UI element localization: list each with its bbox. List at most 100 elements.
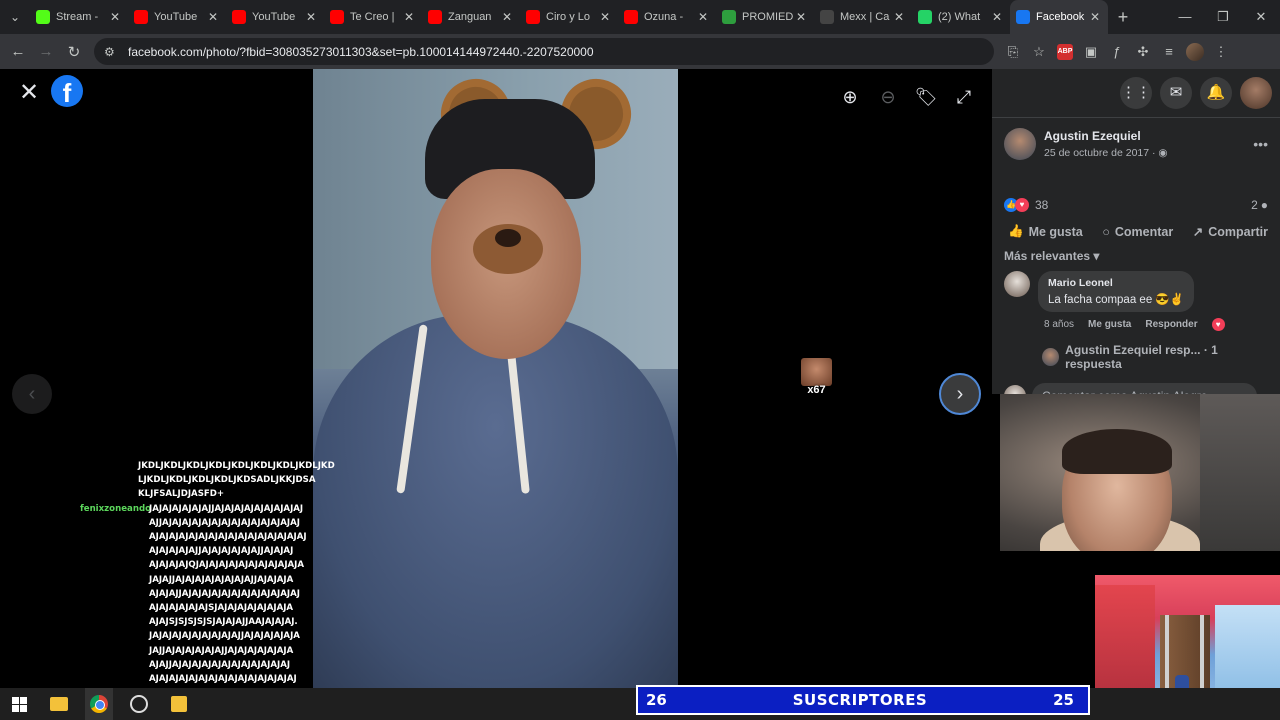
- chat-line: JAJAJJAJAJAJAJAJAJAJAJJAJAJAJA: [149, 574, 294, 585]
- media-control-icon[interactable]: ≡: [1156, 44, 1182, 59]
- commenter-name[interactable]: Mario Leonel: [1048, 277, 1184, 289]
- adblock-icon[interactable]: ABP: [1057, 43, 1073, 60]
- promiedos-icon: [722, 10, 736, 24]
- close-tab-icon[interactable]: ✕: [402, 10, 416, 24]
- browser-tab[interactable]: PROMIED ✕: [716, 0, 814, 34]
- browser-tab[interactable]: YouTube ✕: [226, 0, 324, 34]
- comment-reply-button[interactable]: Responder: [1145, 319, 1197, 330]
- author-name[interactable]: Agustin Ezequiel: [1044, 129, 1168, 143]
- previous-photo-button[interactable]: ‹: [12, 374, 52, 414]
- sort-dropdown[interactable]: Más relevantes ▾: [992, 239, 1280, 263]
- author-avatar[interactable]: [1004, 128, 1036, 160]
- close-icon[interactable]: ✕: [18, 81, 40, 105]
- reload-icon[interactable]: ↻: [60, 43, 88, 61]
- kick-icon: [36, 10, 50, 24]
- chrome-icon[interactable]: [87, 692, 111, 716]
- next-photo-button[interactable]: ›: [939, 373, 981, 415]
- post-date[interactable]: 25 de octubre de 2017 · ◉: [1044, 147, 1168, 159]
- facebook-logo-icon[interactable]: f: [51, 75, 83, 108]
- browser-tab[interactable]: Zanguan ✕: [422, 0, 520, 34]
- youtube-icon: [624, 10, 638, 24]
- browser-tab[interactable]: (2) What ✕: [912, 0, 1010, 34]
- youtube-icon: [134, 10, 148, 24]
- emote-image: [801, 358, 832, 386]
- close-tab-icon[interactable]: ✕: [892, 10, 906, 24]
- chrome-menu-icon[interactable]: ⋮: [1208, 44, 1234, 60]
- back-icon[interactable]: ←: [4, 43, 32, 60]
- restore-icon[interactable]: ❐: [1204, 9, 1242, 25]
- header-actions: ⋮⋮ ✉ 🔔: [992, 69, 1280, 117]
- window-controls: — ❐ ✕: [1166, 9, 1280, 25]
- browser-tab[interactable]: Stream - ✕: [30, 0, 128, 34]
- fullscreen-icon[interactable]: ⤢: [952, 85, 976, 109]
- bookmark-star-icon[interactable]: ☆: [1026, 44, 1052, 60]
- minimize-icon[interactable]: —: [1166, 9, 1204, 25]
- view-replies-link[interactable]: Agustin Ezequiel resp... · 1 respuesta: [992, 331, 1280, 371]
- comment-label: Comentar: [1114, 224, 1174, 239]
- comments-count[interactable]: 2 ●: [1251, 198, 1268, 212]
- comment-button[interactable]: ○ Comentar: [1102, 224, 1173, 239]
- account-avatar[interactable]: [1240, 77, 1272, 109]
- chat-line: LJKDLJKDLJKDLJKDLJKDSADLJKKJDSA: [138, 475, 316, 486]
- chat-line: AJAJAJAJAJAJAJAJAJAJAJAJAJAJAJ: [149, 674, 297, 685]
- like-button[interactable]: 👍 Me gusta: [1008, 224, 1083, 239]
- commenter-avatar[interactable]: [1004, 271, 1030, 297]
- browser-tab[interactable]: Mexx | Ca ✕: [814, 0, 912, 34]
- file-explorer-icon[interactable]: [47, 692, 71, 716]
- share-button[interactable]: ↗ Compartir: [1193, 224, 1268, 240]
- notifications-bell-icon[interactable]: 🔔: [1200, 77, 1232, 109]
- site-info-icon[interactable]: ⚙: [104, 45, 120, 59]
- new-tab-button[interactable]: +: [1108, 7, 1138, 28]
- start-windows-icon[interactable]: [7, 692, 31, 716]
- close-tab-icon[interactable]: ✕: [794, 10, 808, 24]
- browser-tab[interactable]: Te Creo | ✕: [324, 0, 422, 34]
- browser-tab[interactable]: Ciro y Lo ✕: [520, 0, 618, 34]
- chat-line: JAJJAJAJAJAJAJAJJAJAJAJAJAJAJA: [149, 645, 294, 656]
- close-tab-icon[interactable]: ✕: [500, 10, 514, 24]
- sort-label: Más relevantes: [1004, 249, 1091, 263]
- close-tab-icon[interactable]: ✕: [1088, 10, 1102, 24]
- forward-icon[interactable]: →: [32, 43, 60, 60]
- chat-line: AJAJSJSJSJSJSJAJAJAJJAAJAJAJAJ.: [149, 617, 298, 628]
- app-folder-icon[interactable]: [167, 692, 191, 716]
- tab-title: Stream -: [56, 11, 99, 23]
- tab-search-icon[interactable]: ⌄: [0, 0, 30, 34]
- post-actions: 👍 Me gusta ○ Comentar ↗ Compartir: [992, 212, 1280, 239]
- close-tab-icon[interactable]: ✕: [696, 10, 710, 24]
- zoom-out-icon[interactable]: ⊖: [876, 85, 900, 109]
- reaction-count[interactable]: 38: [1035, 198, 1048, 212]
- address-bar-row: ← → ↻ ⚙ facebook.com/photo/?fbid=3080352…: [0, 34, 1280, 69]
- heart-reaction-icon: ♥: [1211, 318, 1225, 331]
- close-tab-icon[interactable]: ✕: [304, 10, 318, 24]
- tag-icon[interactable]: 🏷: [914, 85, 938, 109]
- comment-age[interactable]: 8 años: [1044, 319, 1074, 330]
- messenger-icon[interactable]: ✉: [1160, 77, 1192, 109]
- tab-title: YouTube: [252, 11, 296, 23]
- browser-tab[interactable]: YouTube ✕: [128, 0, 226, 34]
- close-window-icon[interactable]: ✕: [1242, 9, 1280, 25]
- replies-summary: Agustin Ezequiel resp... · 1 respuesta: [1065, 343, 1218, 371]
- profile-avatar-icon[interactable]: [1186, 42, 1204, 61]
- close-tab-icon[interactable]: ✕: [598, 10, 612, 24]
- close-tab-icon[interactable]: ✕: [108, 10, 122, 24]
- subscriber-goal-banner: 26 SUSCRIPTORES 25: [636, 685, 1090, 715]
- close-tab-icon[interactable]: ✕: [990, 10, 1004, 24]
- photo-tools: ⊕ ⊖ 🏷 ⤢: [838, 85, 976, 109]
- url-input[interactable]: ⚙ facebook.com/photo/?fbid=3080352730113…: [94, 38, 994, 65]
- browser-tab[interactable]: Facebook ✕: [1010, 0, 1108, 34]
- close-tab-icon[interactable]: ✕: [206, 10, 220, 24]
- comment-like-button[interactable]: Me gusta: [1088, 319, 1131, 330]
- chat-line: JAJAJAJAJAJAJAJAJAJJAJAJAJAJAJA: [149, 631, 300, 642]
- extension-icon[interactable]: ▣: [1078, 44, 1104, 60]
- browser-tab[interactable]: Ozuna - ✕: [618, 0, 716, 34]
- menu-grid-icon[interactable]: ⋮⋮: [1120, 77, 1152, 109]
- obs-icon[interactable]: [127, 692, 151, 716]
- subscriber-count-right: 25: [1053, 691, 1074, 709]
- script-extension-icon[interactable]: ƒ: [1104, 44, 1130, 59]
- zoom-in-icon[interactable]: ⊕: [838, 85, 862, 109]
- cast-icon[interactable]: ⎘: [1000, 44, 1026, 60]
- more-options-icon[interactable]: •••: [1253, 136, 1268, 152]
- tab-title: (2) What: [938, 11, 981, 23]
- extensions-puzzle-icon[interactable]: ✣: [1130, 44, 1156, 60]
- comment-count-value: 2: [1251, 198, 1258, 212]
